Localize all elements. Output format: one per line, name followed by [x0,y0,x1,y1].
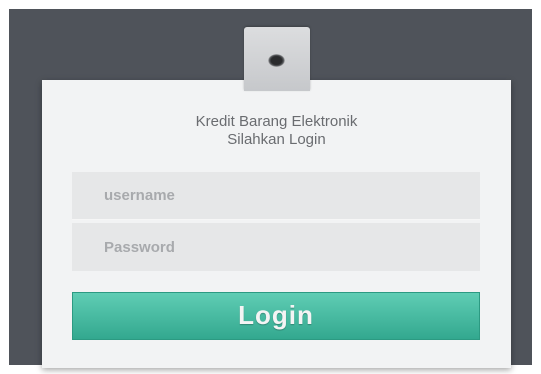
login-prompt: Silahkan Login [227,131,326,148]
username-input[interactable] [72,172,480,220]
password-input[interactable] [72,223,480,271]
login-button[interactable]: Login [72,292,480,340]
app-title: Kredit Barang Elektronik [195,113,358,130]
badge-clip-tab [244,27,310,91]
punch-hole-icon [268,54,285,67]
login-card: Kredit Barang Elektronik Silahkan Login … [42,80,511,368]
